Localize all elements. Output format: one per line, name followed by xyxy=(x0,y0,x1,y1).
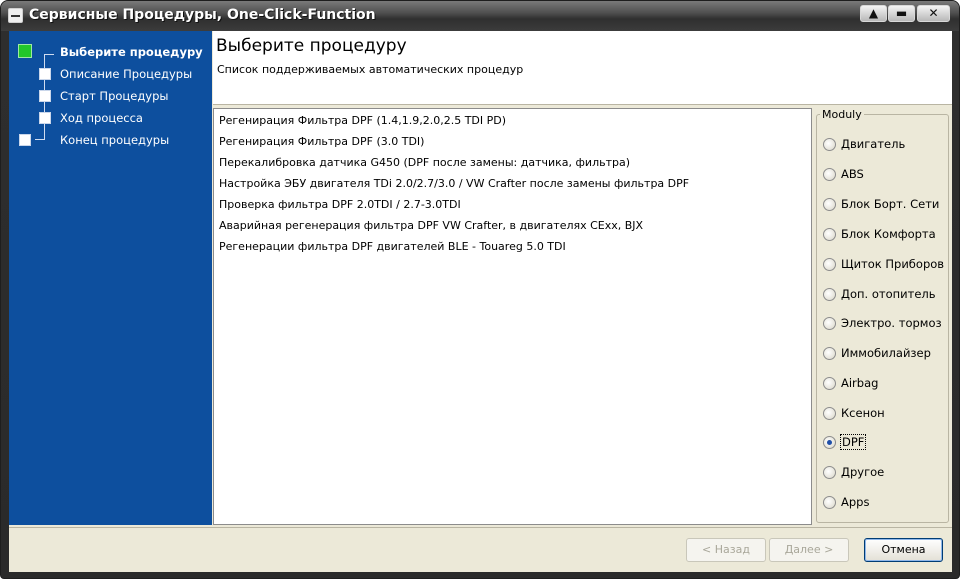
radio-label: Электро. тормоз xyxy=(841,316,942,330)
step-current-marker xyxy=(18,44,32,58)
step-procedure-start: Старт Процедуры xyxy=(60,89,169,103)
radio-button[interactable] xyxy=(823,407,836,420)
step-marker xyxy=(39,112,51,124)
moduly-legend: Moduly xyxy=(820,108,864,121)
radio-button[interactable] xyxy=(823,168,836,181)
close-button[interactable]: ✕ xyxy=(917,5,950,22)
list-item[interactable]: Проверка фильтра DPF 2.0TDI / 2.7-3.0TDI xyxy=(219,198,461,211)
back-button[interactable]: < Назад xyxy=(686,538,766,562)
radio-button[interactable] xyxy=(823,258,836,271)
radio-label: Другое xyxy=(841,465,885,479)
page-subtitle: Список поддерживаемых автоматических про… xyxy=(217,63,524,76)
list-item[interactable]: Регенирация Фильтра DPF (3.0 TDI) xyxy=(219,135,424,148)
radio-label: Блок Комфорта xyxy=(841,227,936,241)
radio-button[interactable] xyxy=(823,198,836,211)
radio-button[interactable] xyxy=(823,228,836,241)
step-procedure-description: Описание Процедуры xyxy=(60,67,193,81)
client-area: Выберите процедуру Описание Процедуры Ст… xyxy=(9,31,952,572)
moduly-group: Moduly Двигатель ABS Блок Борт. Сети Бло… xyxy=(816,108,949,523)
list-item[interactable]: Перекалибровка датчика G450 (DPF после з… xyxy=(219,156,630,169)
radio-button[interactable] xyxy=(823,496,836,509)
maximize-button[interactable]: ▬ xyxy=(888,5,915,22)
radio-label: Доп. отопитель xyxy=(841,287,936,301)
radio-label: DPF xyxy=(839,434,867,450)
radio-label: Apps xyxy=(841,495,870,509)
radio-label: Щиток Приборов xyxy=(841,257,945,271)
tree-line xyxy=(44,54,54,55)
radio-button[interactable] xyxy=(823,138,836,151)
next-button[interactable]: Далее > xyxy=(769,538,849,562)
minimize-button[interactable]: ▲ xyxy=(860,5,887,22)
radio-label: Двигатель xyxy=(841,137,906,151)
cancel-button[interactable]: Отмена xyxy=(864,538,943,562)
radio-button[interactable] xyxy=(823,288,836,301)
procedure-list[interactable]: Регенирация Фильтра DPF (1.4,1.9,2.0,2.5… xyxy=(213,108,812,525)
wizard-steps-sidebar: Выберите процедуру Описание Процедуры Ст… xyxy=(9,31,212,525)
radio-label: Airbag xyxy=(841,376,879,390)
step-process-progress: Ход процесса xyxy=(60,111,143,125)
step-marker xyxy=(39,68,51,80)
radio-label: ABS xyxy=(841,167,864,181)
tree-line xyxy=(35,139,45,140)
step-procedure-end: Конец процедуры xyxy=(60,133,170,147)
radio-button[interactable] xyxy=(823,317,836,330)
radio-button[interactable] xyxy=(823,466,836,479)
radio-button-checked[interactable] xyxy=(823,436,836,449)
radio-label: Ксенон xyxy=(841,406,885,420)
radio-button[interactable] xyxy=(823,347,836,360)
title-bar[interactable]: Сервисные Процедуры, One-Click-Function … xyxy=(1,1,959,31)
window-title: Сервисные Процедуры, One-Click-Function xyxy=(29,7,376,23)
footer-divider xyxy=(9,527,952,528)
list-item[interactable]: Аварийная регенерация фильтра DPF VW Cra… xyxy=(219,219,643,232)
step-marker xyxy=(39,90,51,102)
step-marker xyxy=(19,134,31,146)
list-item[interactable]: Регенерации фильтра DPF двигателей BLE -… xyxy=(219,240,566,253)
window-menu-icon[interactable] xyxy=(8,8,23,23)
wizard-window: Сервисные Процедуры, One-Click-Function … xyxy=(0,0,960,579)
list-item[interactable]: Регенирация Фильтра DPF (1.4,1.9,2.0,2.5… xyxy=(219,114,506,127)
list-item[interactable]: Настройка ЭБУ двигателя TDi 2.0/2.7/3.0 … xyxy=(219,177,689,190)
radio-label: Блок Борт. Сети xyxy=(841,197,940,211)
step-select-procedure: Выберите процедуру xyxy=(60,45,203,59)
radio-label: Иммобилайзер xyxy=(841,346,931,360)
radio-button[interactable] xyxy=(823,377,836,390)
wizard-header: Выберите процедуру Список поддерживаемых… xyxy=(213,31,952,105)
page-title: Выберите процедуру xyxy=(216,36,407,56)
